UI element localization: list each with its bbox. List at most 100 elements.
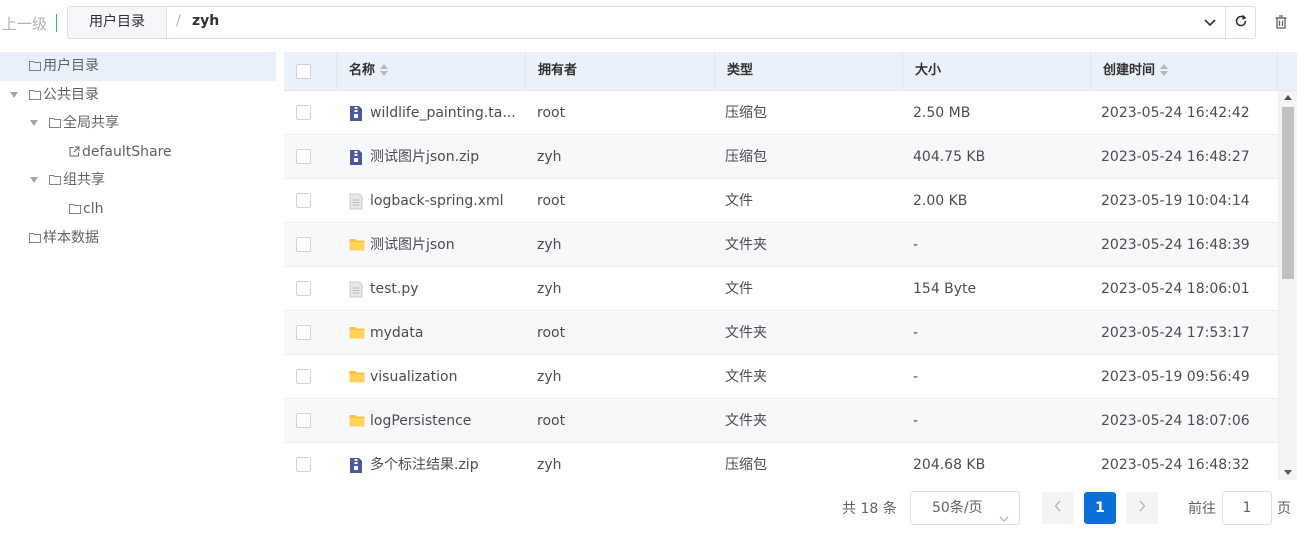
column-header-created[interactable]: 创建时间	[1091, 52, 1278, 91]
goto-page-input[interactable]: 1	[1222, 491, 1272, 525]
chevron-left-icon	[1054, 500, 1062, 516]
table-row[interactable]: wildlife_painting.ta... root 压缩包 2.50 MB 202…	[284, 91, 1278, 135]
table-row[interactable]: mydata root 文件夹 - 2023-05-24 17:53:17	[284, 311, 1278, 355]
owner-cell: root	[537, 325, 566, 341]
file-name-link[interactable]: test.py	[370, 267, 520, 311]
tree-item-default-share[interactable]: defaultShare	[0, 138, 276, 167]
created-time-cell: 2023-05-24 17:53:17	[1101, 325, 1250, 341]
tree-item-label: 组共享	[63, 172, 105, 189]
folder-icon	[349, 237, 365, 255]
tree-item-label: 公共目录	[43, 86, 99, 103]
up-level-button[interactable]: 上一级	[2, 13, 47, 34]
size-cell: -	[913, 413, 919, 429]
row-checkbox[interactable]	[296, 105, 311, 120]
breadcrumb-separator: /	[176, 13, 181, 29]
path-bar[interactable]: 用户目录 / zyh	[67, 6, 1256, 39]
column-header-size: 大小	[903, 52, 1091, 91]
tree-item-label: defaultShare	[82, 143, 172, 160]
breadcrumb-current[interactable]: zyh	[192, 13, 219, 29]
file-name-link[interactable]: 测试图片json.zip	[370, 135, 520, 179]
tree-item-clh[interactable]: clh	[0, 195, 276, 224]
table-body: wildlife_painting.ta... root 压缩包 2.50 MB 202…	[284, 91, 1278, 480]
caret-down-icon[interactable]	[30, 120, 38, 127]
file-name-link[interactable]: visualization	[370, 355, 520, 399]
type-cell: 文件	[725, 193, 753, 209]
file-name-link[interactable]: 测试图片json	[370, 223, 520, 267]
created-time-cell: 2023-05-24 16:42:42	[1101, 105, 1250, 121]
size-cell: 154 Byte	[913, 281, 977, 297]
tree-item-label: 样本数据	[43, 229, 99, 246]
table-row[interactable]: 测试图片json zyh 文件夹 - 2023-05-24 16:48:39	[284, 223, 1278, 267]
refresh-button[interactable]	[1225, 7, 1255, 38]
vertical-scrollbar[interactable]	[1278, 91, 1297, 480]
file-name-link[interactable]: logPersistence	[370, 399, 520, 443]
breadcrumb-root[interactable]: 用户目录	[68, 7, 167, 38]
page-number-button[interactable]: 1	[1084, 492, 1116, 524]
row-checkbox[interactable]	[296, 325, 311, 340]
folder-icon	[29, 82, 41, 110]
tree-item-label: 全局共享	[63, 115, 119, 132]
chevron-down-icon[interactable]	[1201, 13, 1219, 31]
sort-icon[interactable]	[1159, 55, 1169, 93]
size-cell: 204.68 KB	[913, 457, 986, 473]
table-row[interactable]: test.py zyh 文件 154 Byte 2023-05-24 18:06:01	[284, 267, 1278, 311]
tree-item-group-share[interactable]: 组共享	[0, 166, 276, 195]
file-name-link[interactable]: logback-spring.xml	[370, 179, 520, 223]
row-checkbox[interactable]	[296, 413, 311, 428]
sort-icon[interactable]	[379, 55, 389, 93]
scroll-down-icon[interactable]	[1284, 470, 1292, 475]
row-checkbox[interactable]	[296, 281, 311, 296]
row-checkbox[interactable]	[296, 193, 311, 208]
table-row[interactable]: 多个标注结果.zip zyh 压缩包 204.68 KB 2023-05-24 16:4…	[284, 443, 1278, 480]
type-cell: 文件夹	[725, 369, 767, 385]
file-name-link[interactable]: mydata	[370, 311, 520, 355]
divider	[56, 14, 57, 32]
folder-icon	[49, 110, 61, 138]
row-checkbox[interactable]	[296, 457, 311, 472]
table-row[interactable]: visualization zyh 文件夹 - 2023-05-19 09:56:49	[284, 355, 1278, 399]
page-size-select[interactable]: 50条/页	[910, 491, 1020, 525]
size-cell: -	[913, 237, 919, 253]
tree-item-sample-data[interactable]: 样本数据	[0, 224, 276, 253]
path-toolbar: 上一级 用户目录 / zyh	[0, 0, 1312, 46]
folder-icon	[69, 196, 81, 224]
total-count: 共 18 条	[842, 501, 897, 517]
row-checkbox[interactable]	[296, 369, 311, 384]
tree-item-public-dir[interactable]: 公共目录	[0, 81, 276, 110]
owner-cell: zyh	[537, 237, 562, 253]
created-time-cell: 2023-05-19 10:04:14	[1101, 193, 1250, 209]
created-time-cell: 2023-05-24 16:48:27	[1101, 149, 1250, 165]
scroll-thumb[interactable]	[1282, 107, 1294, 279]
folder-icon	[29, 225, 41, 253]
row-checkbox[interactable]	[296, 237, 311, 252]
size-cell: 2.50 MB	[913, 105, 971, 121]
row-checkbox[interactable]	[296, 149, 311, 164]
trash-icon[interactable]	[1274, 14, 1290, 32]
created-time-cell: 2023-05-24 18:07:06	[1101, 413, 1250, 429]
folder-icon	[49, 167, 61, 195]
zip-icon	[349, 149, 363, 170]
file-name-link[interactable]: wildlife_painting.ta...	[370, 91, 520, 135]
prev-page-button[interactable]	[1042, 492, 1074, 524]
table-row[interactable]: logPersistence root 文件夹 - 2023-05-24 18:07:0…	[284, 399, 1278, 443]
folder-icon	[349, 369, 365, 387]
size-cell: -	[913, 325, 919, 341]
type-cell: 文件夹	[725, 237, 767, 253]
size-cell: 2.00 KB	[913, 193, 968, 209]
next-page-button[interactable]	[1126, 492, 1158, 524]
owner-cell: root	[537, 105, 566, 121]
type-cell: 文件夹	[725, 413, 767, 429]
select-all-checkbox[interactable]	[296, 64, 311, 79]
tree-item-global-share[interactable]: 全局共享	[0, 109, 276, 138]
caret-down-icon[interactable]	[30, 177, 38, 184]
scroll-up-icon[interactable]	[1284, 95, 1292, 100]
caret-down-icon[interactable]	[10, 91, 18, 98]
column-header-name[interactable]: 名称	[337, 52, 526, 91]
table-header: 名称 拥有者 类型 大小 创建时间	[284, 52, 1297, 91]
file-name-link[interactable]: 多个标注结果.zip	[370, 443, 520, 480]
type-cell: 文件夹	[725, 325, 767, 341]
file-icon	[349, 281, 363, 302]
tree-item-user-dir[interactable]: 用户目录	[0, 52, 276, 81]
table-row[interactable]: logback-spring.xml root 文件 2.00 KB 2023-05-1…	[284, 179, 1278, 223]
table-row[interactable]: 测试图片json.zip zyh 压缩包 404.75 KB 2023-05-24 16…	[284, 135, 1278, 179]
